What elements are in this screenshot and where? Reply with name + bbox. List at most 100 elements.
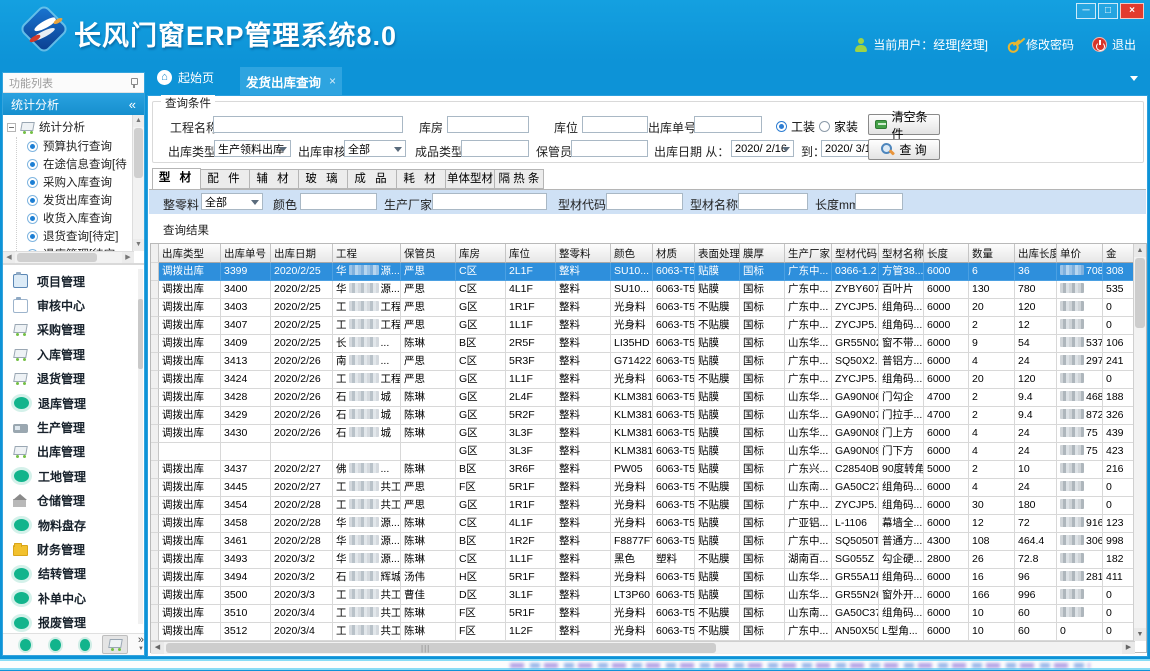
product-type-input[interactable] — [461, 140, 529, 157]
grid-horizontal-scrollbar[interactable]: ◀|||▶ — [151, 641, 1135, 654]
location-input[interactable] — [582, 116, 648, 133]
tab-home[interactable]: ⌂ 起始页 — [157, 69, 214, 86]
outbound-type-dropdown[interactable]: 生产领料出库 — [214, 140, 291, 157]
tab-shipment-outbound-query[interactable]: 发货出库查询 × — [240, 67, 342, 95]
grid-row[interactable]: 调拨出库34612020/2/28华源...陈琳B区1R2F整料F8877FT6… — [151, 533, 1146, 551]
column-header-wh[interactable]: 库房 — [456, 244, 506, 263]
profile-code-input[interactable] — [606, 193, 683, 210]
grid-row[interactable]: 调拨出库34582020/2/28华源...陈琳C区4L1F整料光身料6063-… — [151, 515, 1146, 533]
column-header-whole[interactable]: 整零料 — [556, 244, 611, 263]
column-header-price[interactable]: 单价 — [1057, 244, 1103, 263]
module-scrollbar[interactable] — [138, 269, 143, 624]
grid-row[interactable]: 调拨出库33992020/2/25华源...严思C区2L1F整料SU10...6… — [151, 263, 1146, 281]
tab-overflow-arrow-icon[interactable] — [1130, 76, 1138, 81]
sidebar-tree-item[interactable]: 采购入库查询 — [17, 173, 144, 191]
grid-row[interactable]: 调拨出库34292020/2/26石城陈琳G区5R2F整料KLM38176063… — [151, 407, 1146, 425]
column-header-no[interactable]: 出库单号 — [221, 244, 271, 263]
nav-dot-icon[interactable] — [20, 639, 31, 651]
column-header-date[interactable]: 出库日期 — [271, 244, 333, 263]
grid-row[interactable]: 调拨出库35102020/3/4工共工程陈琳F区5R1F整料光身料6063-T5… — [151, 605, 1146, 623]
grid-row[interactable]: 调拨出库34942020/3/2石辉城汤伟H区5R1F整料光身料6063-T5贴… — [151, 569, 1146, 587]
module-item[interactable]: 仓储管理 — [3, 489, 144, 513]
column-header-proj[interactable]: 工程 — [333, 244, 401, 263]
outbound-order-no-input[interactable] — [694, 116, 762, 133]
logout-button[interactable]: 退出 — [1092, 36, 1136, 53]
module-item[interactable]: 采购管理 — [3, 318, 144, 342]
grid-row[interactable]: 调拨出库35122020/3/4工共工程陈琳F区1L2F整料光身料6063-T5… — [151, 623, 1146, 641]
column-header-mat[interactable]: 材质 — [653, 244, 695, 263]
material-tab[interactable]: 型 材 — [152, 168, 201, 189]
column-header-name[interactable]: 型材名称 — [879, 244, 924, 263]
grid-row[interactable]: 调拨出库34092020/2/25长...陈琳B区2R5F整料LI35HD606… — [151, 335, 1146, 353]
column-header-code[interactable]: 型材代码 — [832, 244, 879, 263]
module-item[interactable]: 补单中心 — [3, 586, 144, 610]
module-item[interactable]: 审核中心 — [3, 293, 144, 317]
manufacturer-input[interactable] — [432, 193, 547, 210]
maximize-button[interactable]: □ — [1098, 3, 1118, 19]
tree-horizontal-scrollbar[interactable]: ◀▶ — [3, 251, 134, 263]
grid-row[interactable]: G区3L3F整料KLM38176063-T5贴膜国标山东华...GA90N09.… — [151, 443, 1146, 461]
module-item[interactable]: 项目管理 — [3, 269, 144, 293]
grid-row[interactable]: 调拨出库34542020/2/28工共工程严思G区1R1F整料光身料6063-T… — [151, 497, 1146, 515]
column-header-keeper[interactable]: 保管员 — [401, 244, 456, 263]
column-header-maker[interactable]: 生产厂家 — [785, 244, 832, 263]
keeper-input[interactable] — [571, 140, 648, 157]
sidebar-tree-item[interactable]: 在途信息查询[待 — [17, 155, 144, 173]
grid-row[interactable]: 调拨出库34932020/3/2华源...陈琳C区1L1F整料黑色塑料不贴膜国标… — [151, 551, 1146, 569]
clear-conditions-button[interactable]: 清空条件 — [868, 114, 940, 135]
tree-collapse-toggle-icon[interactable] — [7, 123, 16, 132]
column-header-film[interactable]: 膜厚 — [740, 244, 785, 263]
column-header-amt[interactable]: 金 — [1103, 244, 1135, 263]
grid-row[interactable]: 调拨出库34132020/2/26南...严思C区5R3F整料G71422606… — [151, 353, 1146, 371]
whole-piece-dropdown[interactable]: 全部 — [201, 193, 263, 210]
column-header-qty[interactable]: 数量 — [969, 244, 1015, 263]
module-item[interactable]: 工地管理 — [3, 464, 144, 488]
tree-vertical-scrollbar[interactable]: ▲▼ — [132, 115, 144, 251]
material-tab[interactable]: 玻 璃 — [299, 169, 348, 189]
grid-row[interactable]: 调拨出库34452020/2/27工共工程严思F区5R1F整料光身料6063-T… — [151, 479, 1146, 497]
column-header-type[interactable]: 出库类型 — [159, 244, 221, 263]
color-input[interactable] — [300, 193, 377, 210]
radio-jiazhuang[interactable]: 家装 — [819, 118, 858, 135]
sidebar-overflow-chevron[interactable]: »▼ — [138, 636, 144, 654]
grid-row[interactable]: 调拨出库34002020/2/25华源...严思C区4L1F整料SU10...6… — [151, 281, 1146, 299]
collapse-icon[interactable]: « — [129, 97, 136, 112]
grid-vertical-scrollbar[interactable]: ▲▼ — [1133, 244, 1146, 641]
module-item[interactable]: 财务管理 — [3, 537, 144, 561]
column-header-surf[interactable]: 表面处理 — [695, 244, 740, 263]
sidebar-tree-item[interactable]: 退货查询[待定] — [17, 227, 144, 245]
module-item[interactable]: 报废管理 — [3, 610, 144, 634]
module-item[interactable]: 生产管理 — [3, 415, 144, 439]
grid-row[interactable]: 调拨出库34372020/2/27佛...陈琳B区3R6F整料PW056063-… — [151, 461, 1146, 479]
grid-row[interactable]: 调拨出库34072020/2/25工工程严思G区1L1F整料光身料6063-T5… — [151, 317, 1146, 335]
profile-name-input[interactable] — [738, 193, 808, 210]
column-header-color[interactable]: 颜色 — [611, 244, 653, 263]
material-tab[interactable]: 辅 材 — [250, 169, 299, 189]
date-from-picker[interactable]: 2020/ 2/16 — [731, 140, 794, 157]
minimize-button[interactable]: ─ — [1076, 3, 1096, 19]
sidebar-tree-item[interactable]: 预算执行查询 — [17, 137, 144, 155]
pin-icon[interactable] — [128, 78, 138, 88]
grid-row[interactable]: 调拨出库34282020/2/26石城陈琳G区2L4F整料KLM38176063… — [151, 389, 1146, 407]
change-password-button[interactable]: 修改密码 — [1006, 36, 1074, 53]
sidebar-tree-item[interactable]: 发货出库查询 — [17, 191, 144, 209]
grid-row[interactable]: 调拨出库35002020/3/3工共工程曹佳D区3L1F整料LT3P606063… — [151, 587, 1146, 605]
sidebar-tree-item[interactable]: 收货入库查询 — [17, 209, 144, 227]
column-header-len[interactable]: 长度 — [924, 244, 969, 263]
radio-gongzhuang[interactable]: 工装 — [776, 118, 815, 135]
module-item[interactable]: 退货管理 — [3, 367, 144, 391]
length-input[interactable] — [855, 193, 903, 210]
nav-dot-icon[interactable] — [80, 639, 91, 651]
sidebar-group-header[interactable]: 统计分析 « — [3, 93, 144, 115]
material-tab[interactable]: 成 品 — [348, 169, 397, 189]
grid-row[interactable]: 调拨出库34242020/2/26工工程严思G区1L1F整料光身料6063-T5… — [151, 371, 1146, 389]
project-name-input[interactable] — [213, 116, 403, 133]
module-item[interactable]: 物料盘存 — [3, 513, 144, 537]
column-header-outlen[interactable]: 出库长度 — [1015, 244, 1057, 263]
close-button[interactable]: × — [1120, 3, 1144, 19]
module-item[interactable]: 出库管理 — [3, 440, 144, 464]
module-item[interactable]: 入库管理 — [3, 342, 144, 366]
grid-row[interactable]: 调拨出库34032020/2/25工工程严思G区1R1F整料光身料6063-T5… — [151, 299, 1146, 317]
grid-row[interactable]: 调拨出库34302020/2/26石城陈琳G区3L3F整料KLM38176063… — [151, 425, 1146, 443]
material-tab[interactable]: 单体型材 — [446, 169, 495, 189]
